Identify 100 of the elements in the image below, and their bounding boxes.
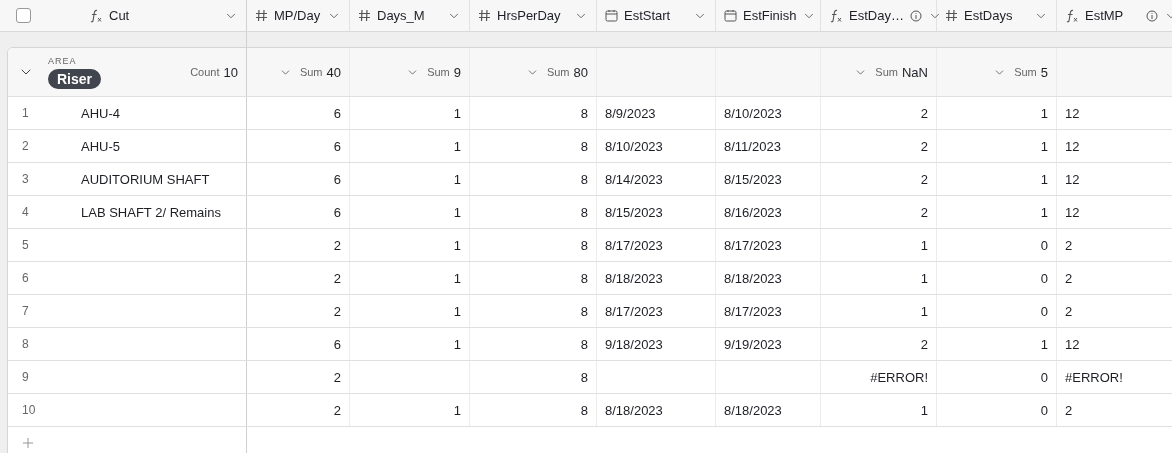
table-cell: 2	[333, 369, 341, 385]
table-cell: 9/19/2023	[724, 336, 782, 352]
table-cell: 8/14/2023	[605, 171, 663, 187]
hash-icon	[478, 9, 491, 22]
table-cell: 2	[333, 237, 341, 253]
table-cell: 8/15/2023	[724, 171, 782, 187]
table-cell: LAB SHAFT 2/ Remains	[81, 204, 221, 220]
column-header[interactable]: EstDay…	[849, 8, 904, 23]
table-cell: 8/18/2023	[724, 270, 782, 286]
group-value-tag: Riser	[48, 68, 102, 89]
column-header[interactable]: HrsPerDay	[497, 8, 568, 23]
table-cell: 12	[1065, 105, 1080, 121]
table-cell: 2	[333, 303, 341, 319]
hash-icon	[358, 9, 371, 22]
calendar-icon	[724, 9, 737, 22]
table-cell: 1	[453, 204, 461, 220]
table-cell: 8/18/2023	[724, 402, 782, 418]
group-field-label: AREA	[48, 55, 78, 66]
column-header[interactable]: EstFinish	[743, 8, 797, 23]
table-cell: 8/10/2023	[724, 105, 782, 121]
table-cell: 1	[1040, 171, 1048, 187]
row-number: 2	[22, 139, 30, 153]
table-cell: 8/11/2023	[724, 138, 781, 154]
table-cell: 8	[580, 336, 588, 352]
table-cell: 2	[333, 270, 341, 286]
summary-label: Sum	[875, 66, 898, 78]
summary-label: Sum	[1014, 66, 1037, 78]
summary-value: 5	[1040, 64, 1048, 80]
column-header[interactable]: Days_M	[377, 8, 441, 23]
table-cell: #ERROR!	[1065, 369, 1123, 385]
column-header[interactable]: Cut	[109, 8, 224, 23]
table-cell: 1	[1040, 204, 1048, 220]
table-cell: 8/9/2023	[605, 105, 656, 121]
table-cell: 2	[920, 105, 928, 121]
table-cell: 1	[920, 303, 928, 319]
table-cell: 9/18/2023	[605, 336, 663, 352]
table-cell: 8	[580, 270, 588, 286]
table-cell: 12	[1065, 204, 1080, 220]
table-cell: 1	[453, 138, 461, 154]
row-number: 5	[22, 238, 30, 252]
column-header[interactable]: EstStart	[624, 8, 687, 23]
table-cell: AHU-5	[81, 138, 120, 154]
table-cell: 0	[1040, 237, 1048, 253]
summary-value: 40	[326, 64, 341, 80]
table-cell: 8	[580, 204, 588, 220]
column-header[interactable]: MP/Day	[274, 8, 321, 23]
table-cell: 8	[580, 237, 588, 253]
summary-label: Sum	[299, 66, 323, 78]
column-header[interactable]: EstDays	[964, 8, 1028, 23]
row-number: 8	[22, 337, 30, 351]
table-cell: 6	[333, 204, 341, 220]
table-cell: AHU-4	[81, 105, 120, 121]
table-cell: 12	[1065, 336, 1080, 352]
table-cell: 0	[1040, 303, 1048, 319]
count-label: Count	[190, 66, 220, 78]
table-cell: 6	[333, 171, 341, 187]
table-cell: 1	[920, 402, 928, 418]
table-cell: 8/17/2023	[724, 303, 782, 319]
table-cell: 1	[1040, 105, 1048, 121]
table-cell: 2	[920, 204, 928, 220]
table-cell: 8/16/2023	[724, 204, 782, 220]
table-cell: 0	[1040, 270, 1048, 286]
table-cell: 8/10/2023	[605, 138, 663, 154]
table-cell: 1	[453, 336, 461, 352]
column-header[interactable]: EstMP	[1085, 8, 1140, 23]
row-number: 6	[22, 271, 30, 285]
table-cell: 1	[920, 237, 928, 253]
table-cell: 2	[920, 138, 928, 154]
table-cell: 2	[1065, 237, 1073, 253]
table-cell: 8/18/2023	[605, 402, 663, 418]
row-number: 3	[22, 172, 30, 186]
table-cell: 1	[920, 270, 928, 286]
summary-label: Sum	[546, 66, 570, 78]
table-cell: 2	[333, 402, 341, 418]
table-cell: 1	[453, 237, 461, 253]
function-icon	[1065, 8, 1079, 23]
row-number: 7	[22, 304, 30, 318]
table-cell: 8/18/2023	[605, 270, 663, 286]
table-cell: 8/17/2023	[605, 237, 663, 253]
count-value: 10	[223, 64, 238, 80]
table-cell: 12	[1065, 138, 1080, 154]
table-cell: 8	[580, 138, 588, 154]
table-cell: 0	[1040, 402, 1048, 418]
table-cell: 0	[1040, 369, 1048, 385]
function-icon	[829, 8, 843, 23]
table-cell: 8/17/2023	[605, 303, 663, 319]
summary-value: 9	[453, 64, 461, 80]
table-cell: 1	[453, 171, 461, 187]
table-cell: 1	[453, 270, 461, 286]
table-cell: 1	[453, 303, 461, 319]
info-icon[interactable]	[909, 9, 922, 22]
table-cell: 6	[333, 105, 341, 121]
info-icon[interactable]	[1146, 9, 1158, 22]
hash-icon	[255, 9, 268, 22]
summary-value: NaN	[902, 64, 928, 80]
row-number: 10	[22, 403, 37, 417]
table-cell: 2	[920, 171, 928, 187]
table-cell: 1	[1040, 138, 1048, 154]
table-cell: 8/15/2023	[605, 204, 663, 220]
select-all-checkbox[interactable]	[16, 8, 31, 23]
